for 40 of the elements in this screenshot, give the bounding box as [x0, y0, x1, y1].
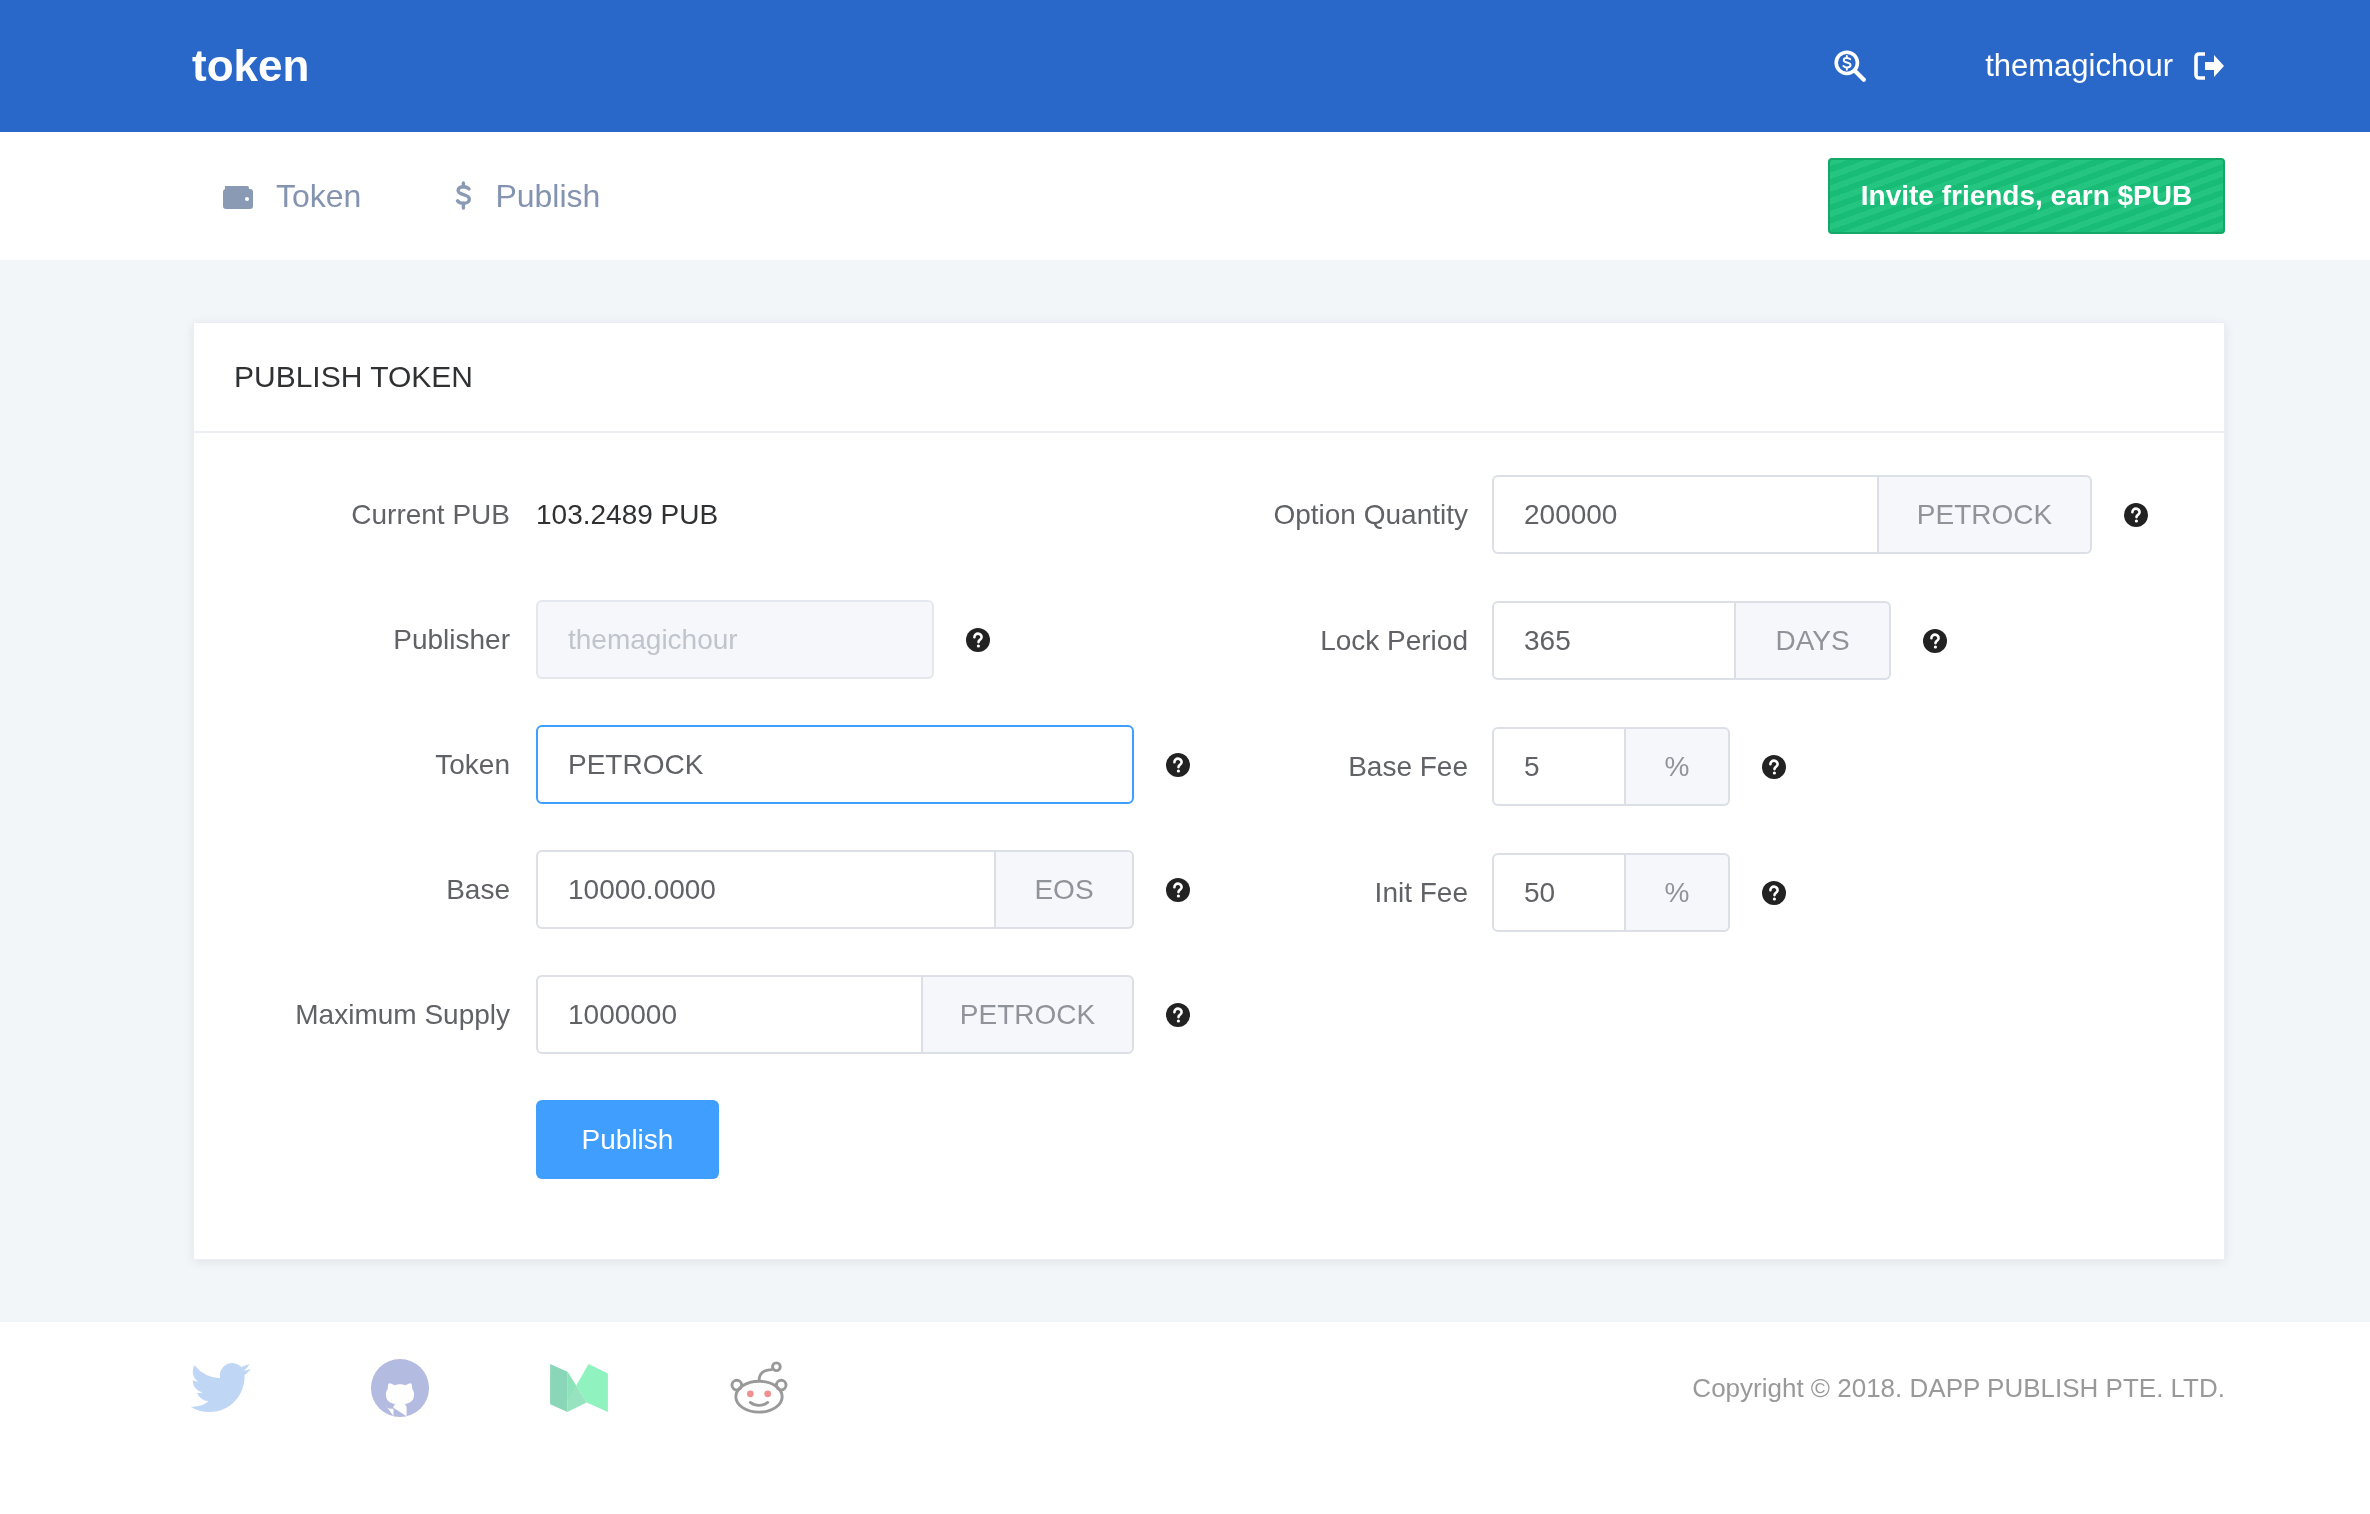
- help-icon[interactable]: [1166, 877, 1190, 902]
- logout-icon[interactable]: [2193, 50, 2225, 82]
- alien-mascot-icon[interactable]: [728, 1360, 790, 1416]
- card-title: PUBLISH TOKEN: [234, 360, 473, 394]
- input-field[interactable]: 5: [1492, 727, 1626, 806]
- help-icon[interactable]: [2124, 502, 2148, 527]
- input-field[interactable]: 200000: [1492, 475, 1879, 554]
- field-label: Current PUB: [350, 498, 511, 531]
- field-label: Base: [445, 873, 511, 906]
- field-label: Option Quantity: [1272, 498, 1469, 531]
- field-label: Token: [434, 748, 511, 781]
- help-icon[interactable]: [1762, 880, 1786, 905]
- value-text: 103.2489 PUB: [536, 498, 719, 531]
- input-field[interactable]: 50: [1492, 853, 1626, 932]
- field-label: Publisher: [392, 623, 511, 656]
- copyright-text: Copyright © 2018. DAPP PUBLISH PTE. LTD.: [1692, 1372, 2225, 1404]
- field-label: Base Fee: [1347, 750, 1469, 783]
- logo-text[interactable]: token: [192, 41, 310, 91]
- input-field[interactable]: 1000000: [536, 975, 923, 1054]
- unit-label: EOS: [996, 850, 1134, 929]
- unit-label: %: [1626, 853, 1730, 932]
- input-field[interactable]: 10000.0000: [536, 850, 996, 929]
- help-icon[interactable]: [1166, 752, 1190, 777]
- input-field[interactable]: 365: [1492, 601, 1736, 680]
- unit-label: %: [1626, 727, 1730, 806]
- search-icon[interactable]: [1833, 49, 1868, 83]
- unit-label: DAYS: [1736, 601, 1891, 680]
- nav-tab[interactable]: Token: [222, 177, 362, 215]
- help-icon[interactable]: [1166, 1002, 1190, 1027]
- input-field[interactable]: PETROCK: [536, 725, 1134, 804]
- help-icon[interactable]: [1762, 754, 1786, 779]
- field-label: Init Fee: [1373, 876, 1469, 909]
- field-label: Maximum Supply: [294, 998, 511, 1031]
- field-label: Lock Period: [1319, 624, 1469, 657]
- dollar-icon: [453, 180, 474, 212]
- help-icon[interactable]: [1923, 628, 1947, 653]
- unit-label: PETROCK: [1879, 475, 2092, 554]
- username-link[interactable]: themagichour: [1985, 48, 2173, 84]
- unit-label: PETROCK: [923, 975, 1134, 1054]
- nav-tab[interactable]: Publish: [453, 177, 601, 215]
